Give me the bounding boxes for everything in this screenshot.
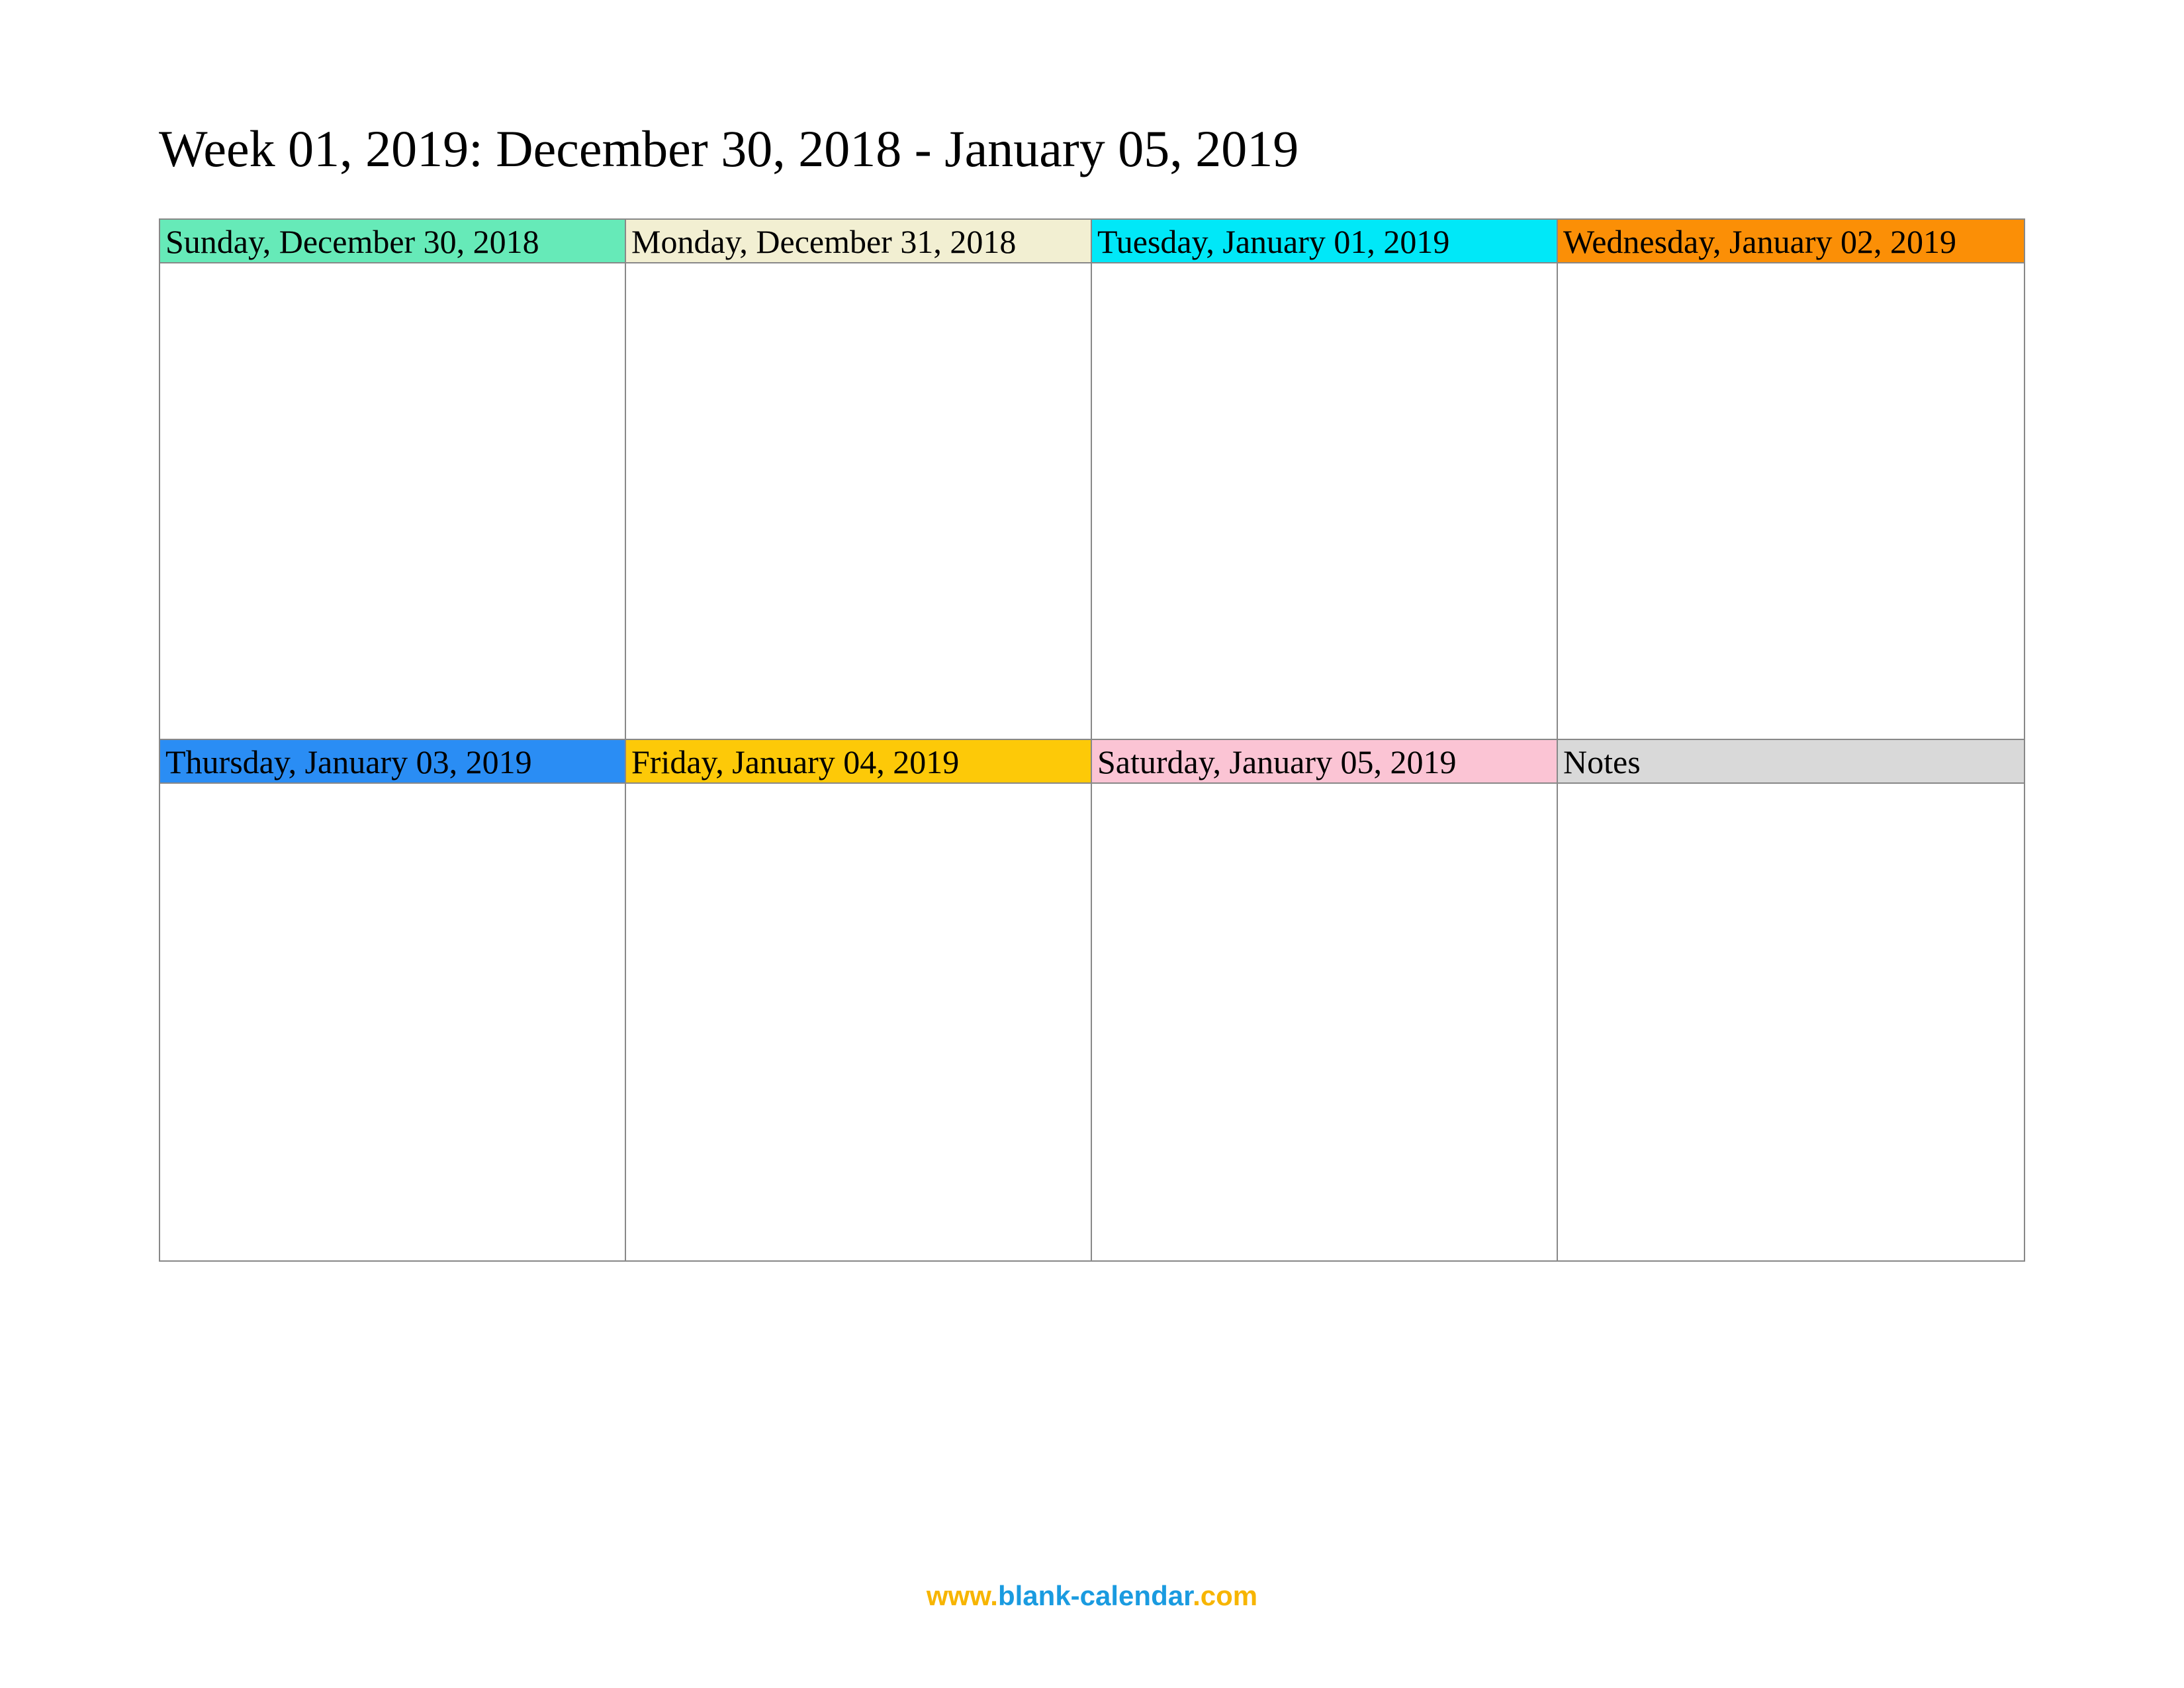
day-header-wednesday: Wednesday, January 02, 2019 [1558,220,2024,263]
footer-part-domain: blank-calendar [998,1580,1193,1611]
notes-body[interactable] [1558,784,2024,1260]
day-header-tuesday: Tuesday, January 01, 2019 [1092,220,1558,263]
calendar-page: Week 01, 2019: December 30, 2018 - Janua… [0,0,2184,1262]
notes-header: Notes [1558,740,2024,784]
day-body-friday[interactable] [626,784,1092,1260]
day-header-saturday: Saturday, January 05, 2019 [1092,740,1558,784]
day-body-tuesday[interactable] [1092,263,1558,740]
day-header-friday: Friday, January 04, 2019 [626,740,1092,784]
footer-part-www: www. [927,1580,998,1611]
day-header-monday: Monday, December 31, 2018 [626,220,1092,263]
day-body-wednesday[interactable] [1558,263,2024,740]
page-title: Week 01, 2019: December 30, 2018 - Janua… [159,119,2025,179]
day-body-thursday[interactable] [160,784,626,1260]
day-header-sunday: Sunday, December 30, 2018 [160,220,626,263]
day-body-saturday[interactable] [1092,784,1558,1260]
footer-link[interactable]: www.blank-calendar.com [0,1580,2184,1612]
day-header-thursday: Thursday, January 03, 2019 [160,740,626,784]
day-body-sunday[interactable] [160,263,626,740]
footer-part-tld: .com [1193,1580,1257,1611]
week-grid: Sunday, December 30, 2018 Monday, Decemb… [159,218,2025,1262]
day-body-monday[interactable] [626,263,1092,740]
